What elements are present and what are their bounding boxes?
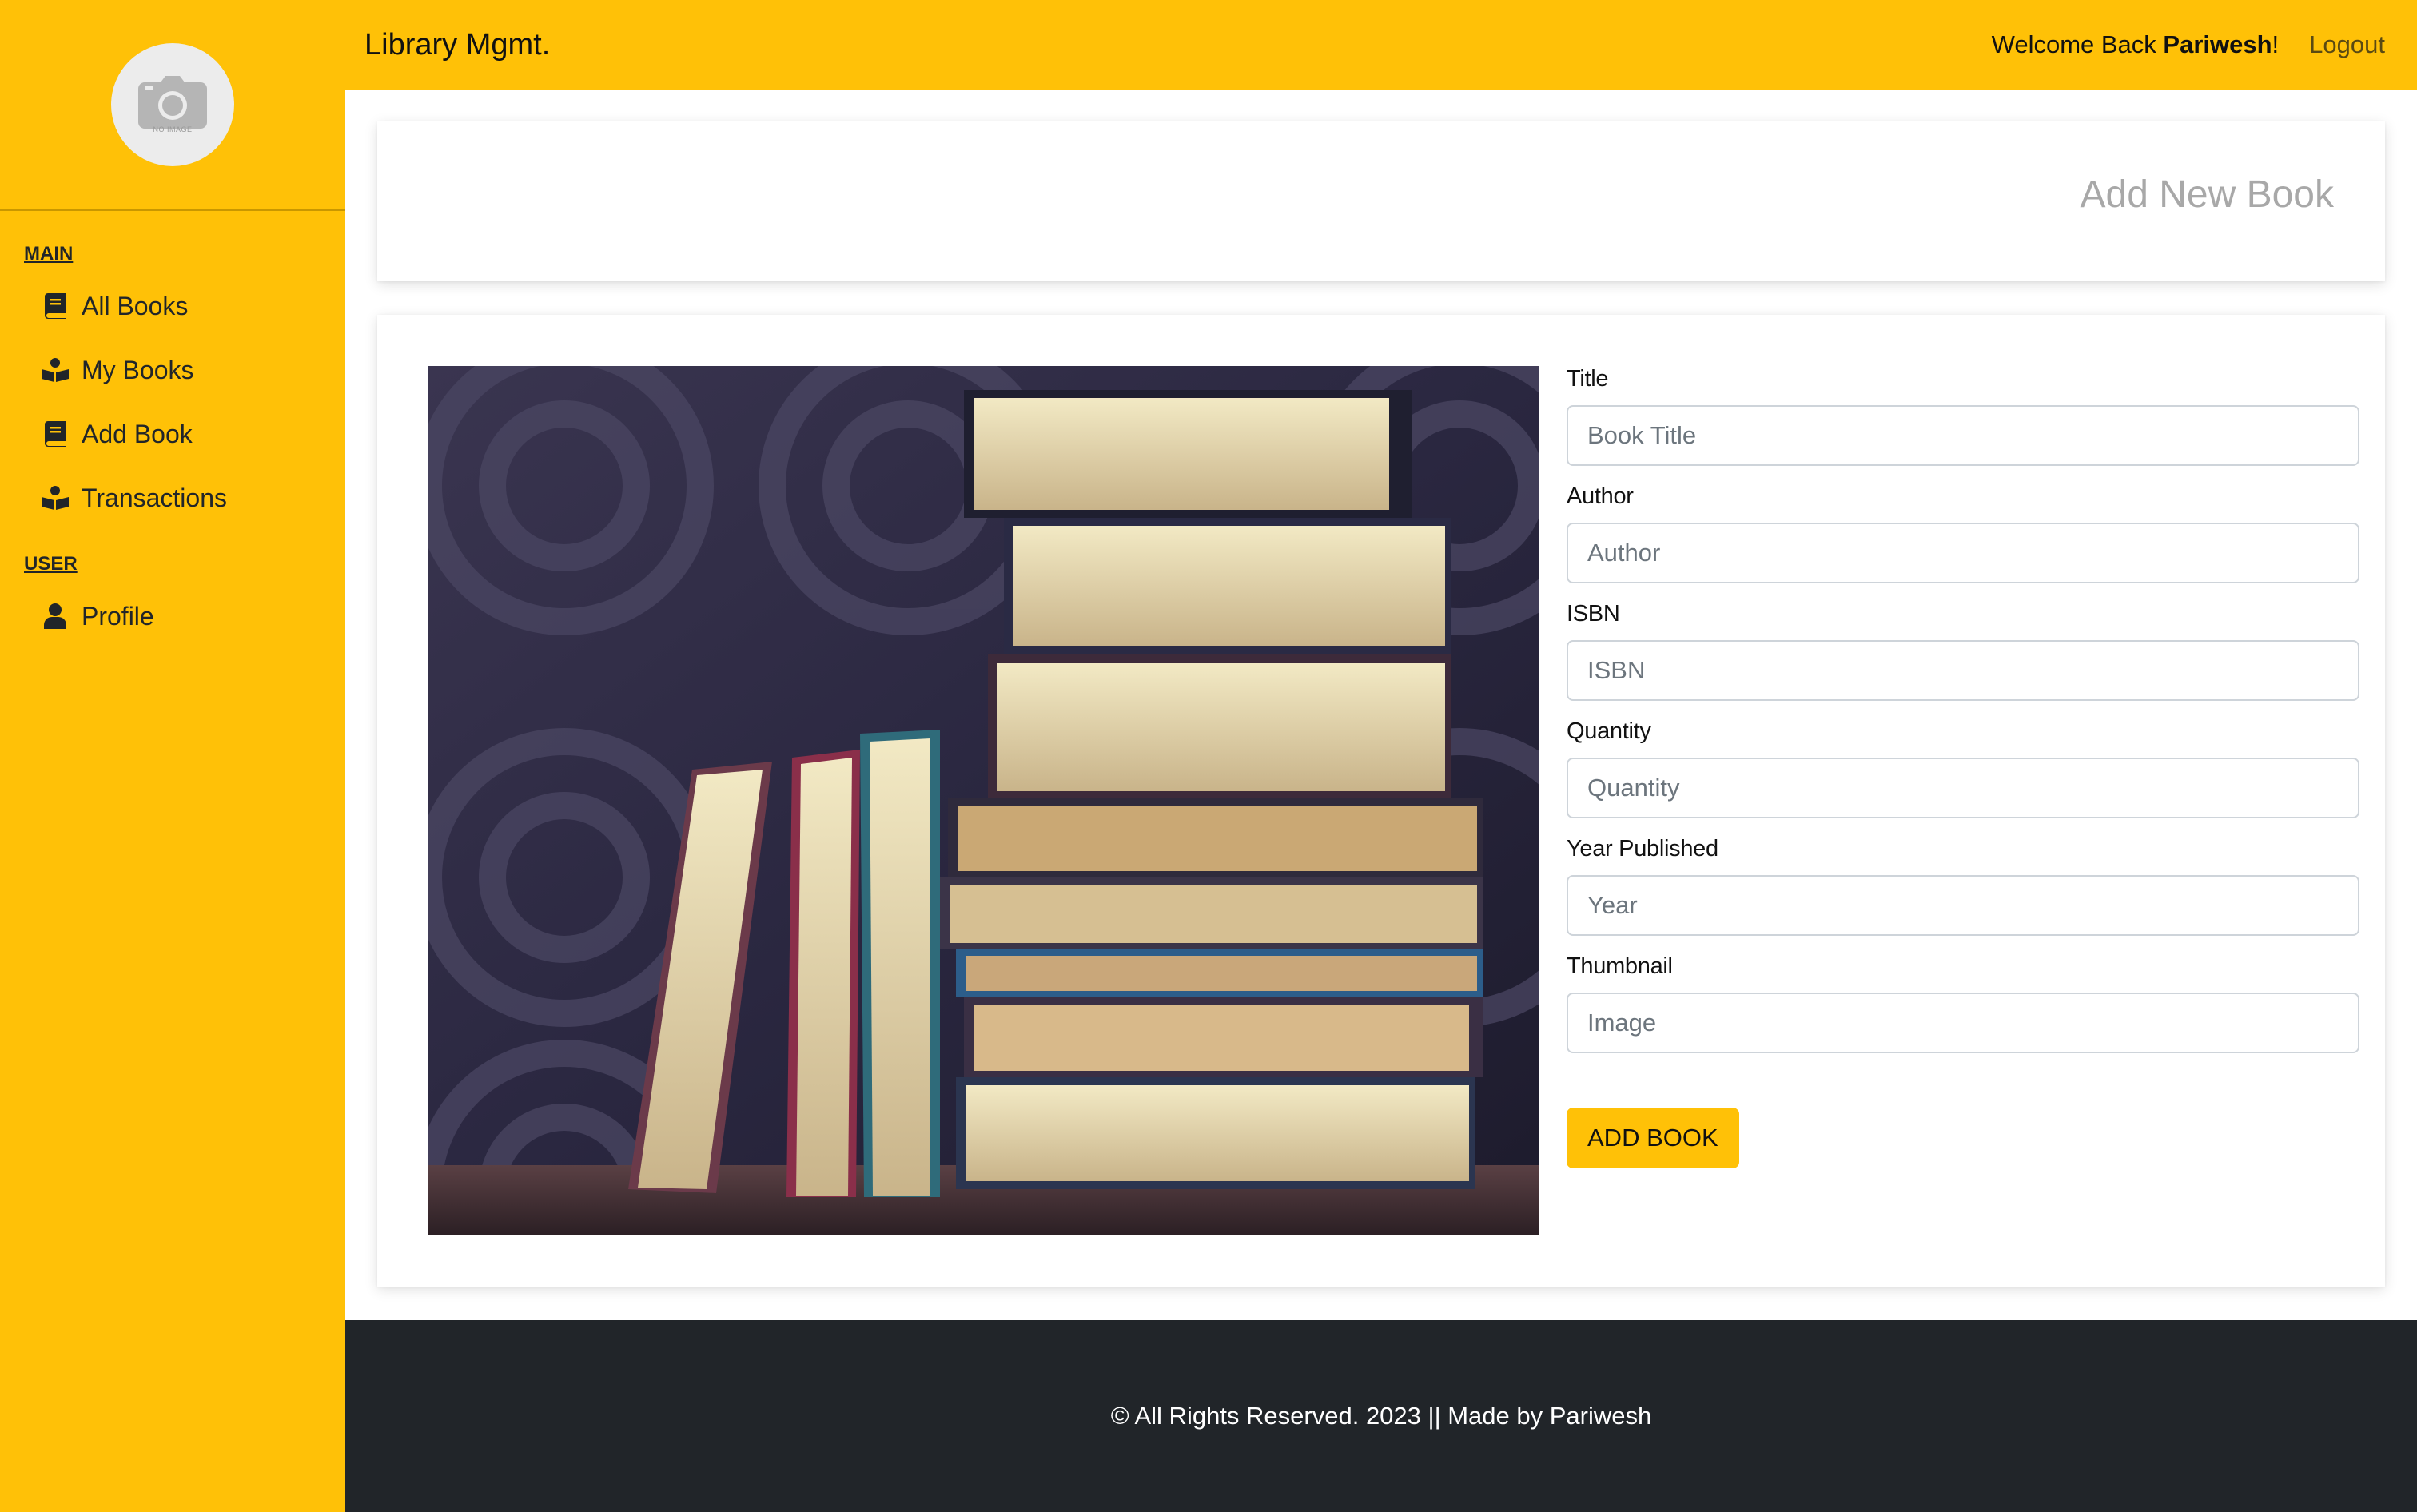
sidebar-item-label: Add Book — [82, 419, 193, 448]
sidebar-heading-main: MAIN — [24, 243, 74, 265]
isbn-input[interactable] — [1567, 640, 2359, 701]
page-header-card: Add New Book — [377, 121, 2385, 281]
sidebar-item-profile[interactable]: Profile — [0, 593, 345, 639]
year-published-label: Year Published — [1567, 836, 1718, 861]
sidebar-item-all-books[interactable]: All Books — [0, 283, 345, 329]
logout-link[interactable]: Logout — [2309, 30, 2385, 59]
author-input[interactable] — [1567, 523, 2359, 583]
sidebar-item-label: All Books — [82, 291, 189, 320]
avatar-caption: NO IMAGE — [153, 125, 193, 133]
isbn-label: ISBN — [1567, 601, 1620, 627]
user-icon — [42, 603, 69, 630]
sidebar-item-label: Transactions — [82, 483, 227, 512]
books-illustration — [428, 366, 1539, 1235]
add-book-card: Title Author ISBN Quantity Year Publishe… — [377, 315, 2385, 1287]
brand-title[interactable]: Library Mgmt. — [364, 28, 550, 62]
main-content: Add New Book Title Book Title Author Aut… — [345, 90, 2417, 1320]
page-title: Add New Book — [2080, 173, 2334, 216]
sidebar-item-my-books[interactable]: My Books — [0, 347, 345, 393]
year-input[interactable] — [1567, 875, 2359, 936]
reader-icon — [42, 484, 69, 511]
title-input[interactable] — [1567, 405, 2359, 466]
footer: © All Rights Reserved. 2023 || Made by P… — [345, 1320, 2417, 1512]
footer-copyright: © All Rights Reserved. 2023 || Made by P… — [1110, 1402, 1652, 1430]
author-label: Author — [1567, 483, 1634, 509]
title-label: Title — [1567, 366, 1609, 392]
welcome-message: Welcome Back Pariwesh! — [1992, 30, 2280, 59]
add-book-form: Title Author ISBN Quantity Year Publishe… — [1567, 366, 2359, 1168]
avatar[interactable]: NO IMAGE — [111, 43, 234, 166]
books-stack-image — [428, 366, 1539, 1235]
sidebar-item-label: My Books — [82, 355, 194, 384]
add-book-button[interactable]: ADD BOOK — [1567, 1108, 1739, 1168]
sidebar-item-label: Profile — [82, 601, 154, 631]
welcome-prefix: Welcome Back — [1991, 30, 2164, 58]
reader-icon — [42, 356, 69, 384]
avatar-container: NO IMAGE — [0, 0, 345, 211]
thumbnail-label: Thumbnail — [1567, 953, 1673, 979]
sidebar-heading-user: USER — [24, 553, 78, 575]
welcome-suffix: ! — [2272, 30, 2280, 58]
quantity-input[interactable] — [1567, 758, 2359, 818]
sidebar-item-transactions[interactable]: Transactions — [0, 475, 345, 521]
thumbnail-input[interactable] — [1567, 993, 2359, 1053]
sidebar: NO IMAGE MAIN All Books My Books Add Boo… — [0, 0, 345, 1512]
sidebar-item-add-book[interactable]: Add Book — [0, 411, 345, 457]
book-icon — [42, 292, 69, 320]
camera-icon — [138, 76, 207, 129]
quantity-label: Quantity — [1567, 718, 1651, 744]
top-navbar: Library Mgmt. Welcome Back Pariwesh! Log… — [345, 0, 2417, 90]
sidebar-main-list: All Books My Books Add Book Transactions — [0, 283, 345, 521]
book-icon — [42, 420, 69, 448]
username: Pariwesh — [2163, 30, 2272, 58]
sidebar-user-list: Profile — [0, 593, 345, 639]
user-greeting-area: Welcome Back Pariwesh! Logout — [1992, 30, 2385, 59]
